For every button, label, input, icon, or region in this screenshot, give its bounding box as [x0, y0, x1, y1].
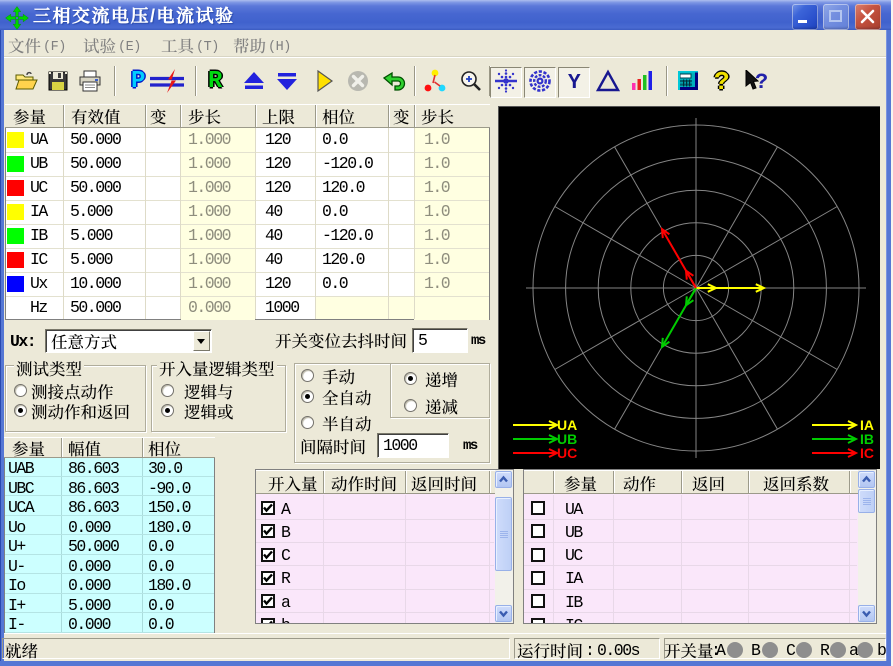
svg-text:UC: UC	[557, 445, 577, 461]
svg-text:IC: IC	[860, 445, 874, 461]
svg-text:?: ?	[755, 70, 768, 94]
